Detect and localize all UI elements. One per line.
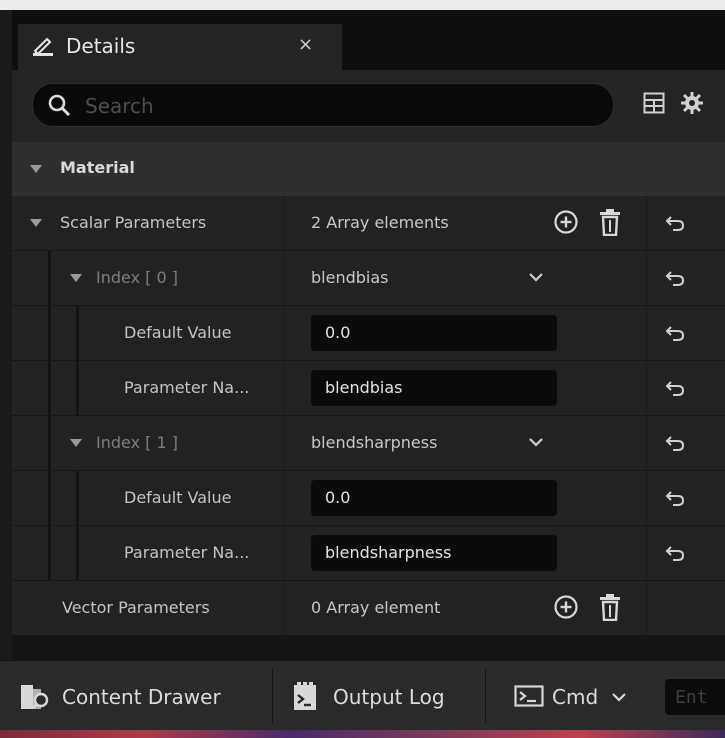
vector-parameters-label: Vector Parameters [62, 598, 210, 617]
section-title: Material [60, 158, 135, 177]
reset-to-default-icon[interactable] [665, 214, 685, 232]
parameter-name-text: blendbias [325, 378, 403, 397]
output-log-label: Output Log [333, 685, 445, 709]
scalar-parameters-label: Scalar Parameters [60, 213, 207, 232]
table-icon[interactable] [643, 92, 665, 114]
reset-to-default-icon[interactable] [665, 489, 685, 507]
row-value-cell[interactable]: blendbias [285, 251, 645, 305]
row-value-cell: 2 Array elements [285, 196, 645, 250]
default-value-label: Default Value [124, 323, 232, 342]
scalar-parameters-row: Scalar Parameters 2 Array elements [12, 196, 725, 251]
tab-details[interactable]: Details × [18, 24, 342, 70]
content-drawer-label: Content Drawer [62, 685, 221, 709]
cmd-button[interactable]: Cmd [486, 661, 656, 731]
reset-to-default-icon[interactable] [665, 379, 685, 397]
row-value-cell: 0 Array element [285, 581, 645, 635]
row-value-cell: 0.0 [285, 471, 645, 525]
index-1-row: Index [ 1 ] blendsharpness [12, 416, 725, 471]
search-input[interactable] [83, 90, 587, 122]
vector-parameters-row: Vector Parameters 0 Array element [12, 581, 725, 636]
chevron-down-icon[interactable] [612, 691, 626, 703]
default-value-row: Default Value 0.0 [12, 471, 725, 526]
tab-title: Details [66, 34, 136, 58]
parameter-name-label: Parameter Na... [124, 378, 250, 397]
reset-to-default-icon[interactable] [665, 324, 685, 342]
search-row [12, 70, 725, 142]
row-label-cell: Index [ 1 ] [12, 416, 285, 470]
parameter-name-row: Parameter Na... blendbias [12, 361, 725, 416]
default-value-label: Default Value [124, 488, 232, 507]
details-panel: Details × Search Material Scalar Paramet… [12, 10, 725, 660]
console-input-box[interactable] [665, 679, 725, 715]
caret-down-icon[interactable] [70, 274, 82, 282]
parameter-name-field[interactable]: blendbias [311, 370, 557, 406]
caret-down-icon[interactable] [30, 219, 42, 227]
default-value-text: 0.0 [325, 323, 351, 342]
search-box[interactable] [32, 83, 614, 127]
cmd-label: Cmd [552, 685, 599, 709]
default-value-field[interactable]: 0.0 [311, 480, 557, 516]
reset-cell [646, 581, 725, 635]
reset-cell [646, 471, 725, 525]
index-0-row: Index [ 0 ] blendbias [12, 251, 725, 306]
row-value-cell: 0.0 [285, 306, 645, 360]
reset-to-default-icon[interactable] [665, 434, 685, 452]
index-name-value: blendsharpness [311, 433, 438, 452]
gear-icon[interactable] [679, 90, 705, 116]
row-value-cell: blendsharpness [285, 526, 645, 580]
parameter-name-text: blendsharpness [325, 543, 452, 562]
row-label-cell: Index [ 0 ] [12, 251, 285, 305]
search-icon [48, 94, 71, 117]
index-name-value: blendbias [311, 268, 389, 287]
terminal-icon [514, 685, 544, 707]
reset-cell [646, 196, 725, 250]
bottom-toolbar: Content Drawer Output Log Cmd [0, 660, 725, 731]
row-label-cell: Default Value [12, 306, 285, 360]
reset-to-default-icon[interactable] [665, 544, 685, 562]
default-value-row: Default Value 0.0 [12, 306, 725, 361]
row-value-cell: blendbias [285, 361, 645, 415]
trash-icon[interactable] [599, 208, 621, 236]
reset-to-default-icon[interactable] [665, 269, 685, 287]
row-label-cell: Parameter Na... [12, 361, 285, 415]
add-element-icon[interactable] [553, 594, 579, 620]
parameter-name-row: Parameter Na... blendsharpness [12, 526, 725, 581]
chevron-down-icon[interactable] [528, 434, 544, 450]
parameter-name-label: Parameter Na... [124, 543, 250, 562]
output-log-button[interactable]: Output Log [273, 661, 485, 731]
material-section-header[interactable]: Material [12, 142, 725, 196]
vector-count: 0 Array element [311, 598, 441, 617]
reset-cell [646, 361, 725, 415]
parameter-name-field[interactable]: blendsharpness [311, 535, 557, 571]
viewport-strip [0, 730, 725, 738]
reset-cell [646, 306, 725, 360]
row-value-cell[interactable]: blendsharpness [285, 416, 645, 470]
scalar-count: 2 Array elements [311, 213, 449, 232]
reset-cell [646, 416, 725, 470]
close-icon[interactable]: × [298, 34, 313, 55]
content-drawer-icon [21, 685, 49, 710]
index-label: Index [ 0 ] [96, 268, 178, 287]
caret-down-icon[interactable] [70, 439, 82, 447]
row-label-cell: Scalar Parameters [12, 196, 285, 250]
console-command-input[interactable] [673, 685, 725, 709]
trash-icon[interactable] [599, 593, 621, 621]
top-strip [0, 0, 725, 10]
chevron-down-icon[interactable] [528, 269, 544, 285]
reset-cell [646, 251, 725, 305]
index-label: Index [ 1 ] [96, 433, 178, 452]
caret-down-icon[interactable] [30, 165, 42, 173]
output-log-icon [294, 682, 316, 710]
default-value-text: 0.0 [325, 488, 351, 507]
default-value-field[interactable]: 0.0 [311, 315, 557, 351]
row-label-cell: Default Value [12, 471, 285, 525]
reset-cell [646, 526, 725, 580]
pencil-note-icon [33, 37, 53, 56]
content-drawer-button[interactable]: Content Drawer [0, 661, 272, 731]
row-label-cell: Vector Parameters [12, 581, 285, 635]
row-label-cell: Parameter Na... [12, 526, 285, 580]
tab-bar: Details × [12, 10, 725, 70]
add-element-icon[interactable] [553, 209, 579, 235]
